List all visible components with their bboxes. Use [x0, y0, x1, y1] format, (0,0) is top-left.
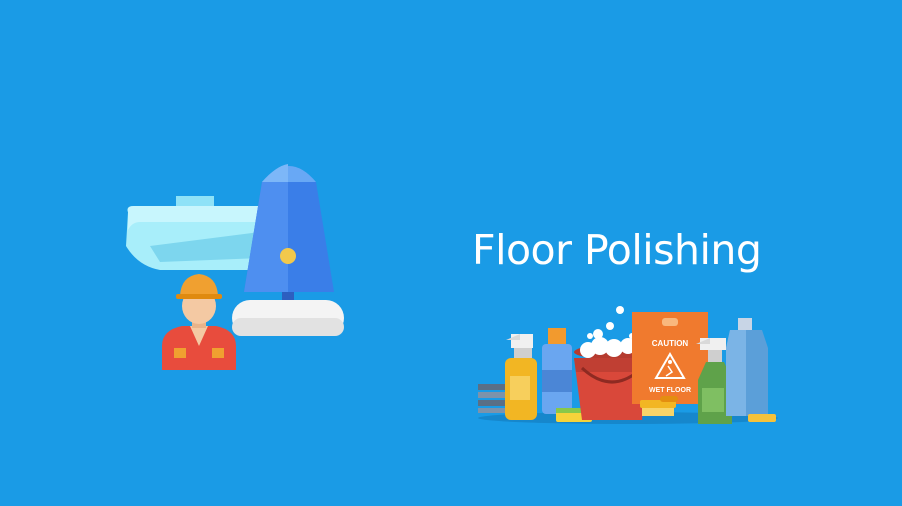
sign-caution-text: CAUTION — [652, 339, 689, 348]
cleaning-supplies-icon: CAUTION WET FLOOR — [478, 306, 778, 424]
sign-wet-floor-text: WET FLOOR — [649, 387, 691, 394]
slide: Floor Polishing CAUTION WET FLOOR — [0, 0, 902, 506]
